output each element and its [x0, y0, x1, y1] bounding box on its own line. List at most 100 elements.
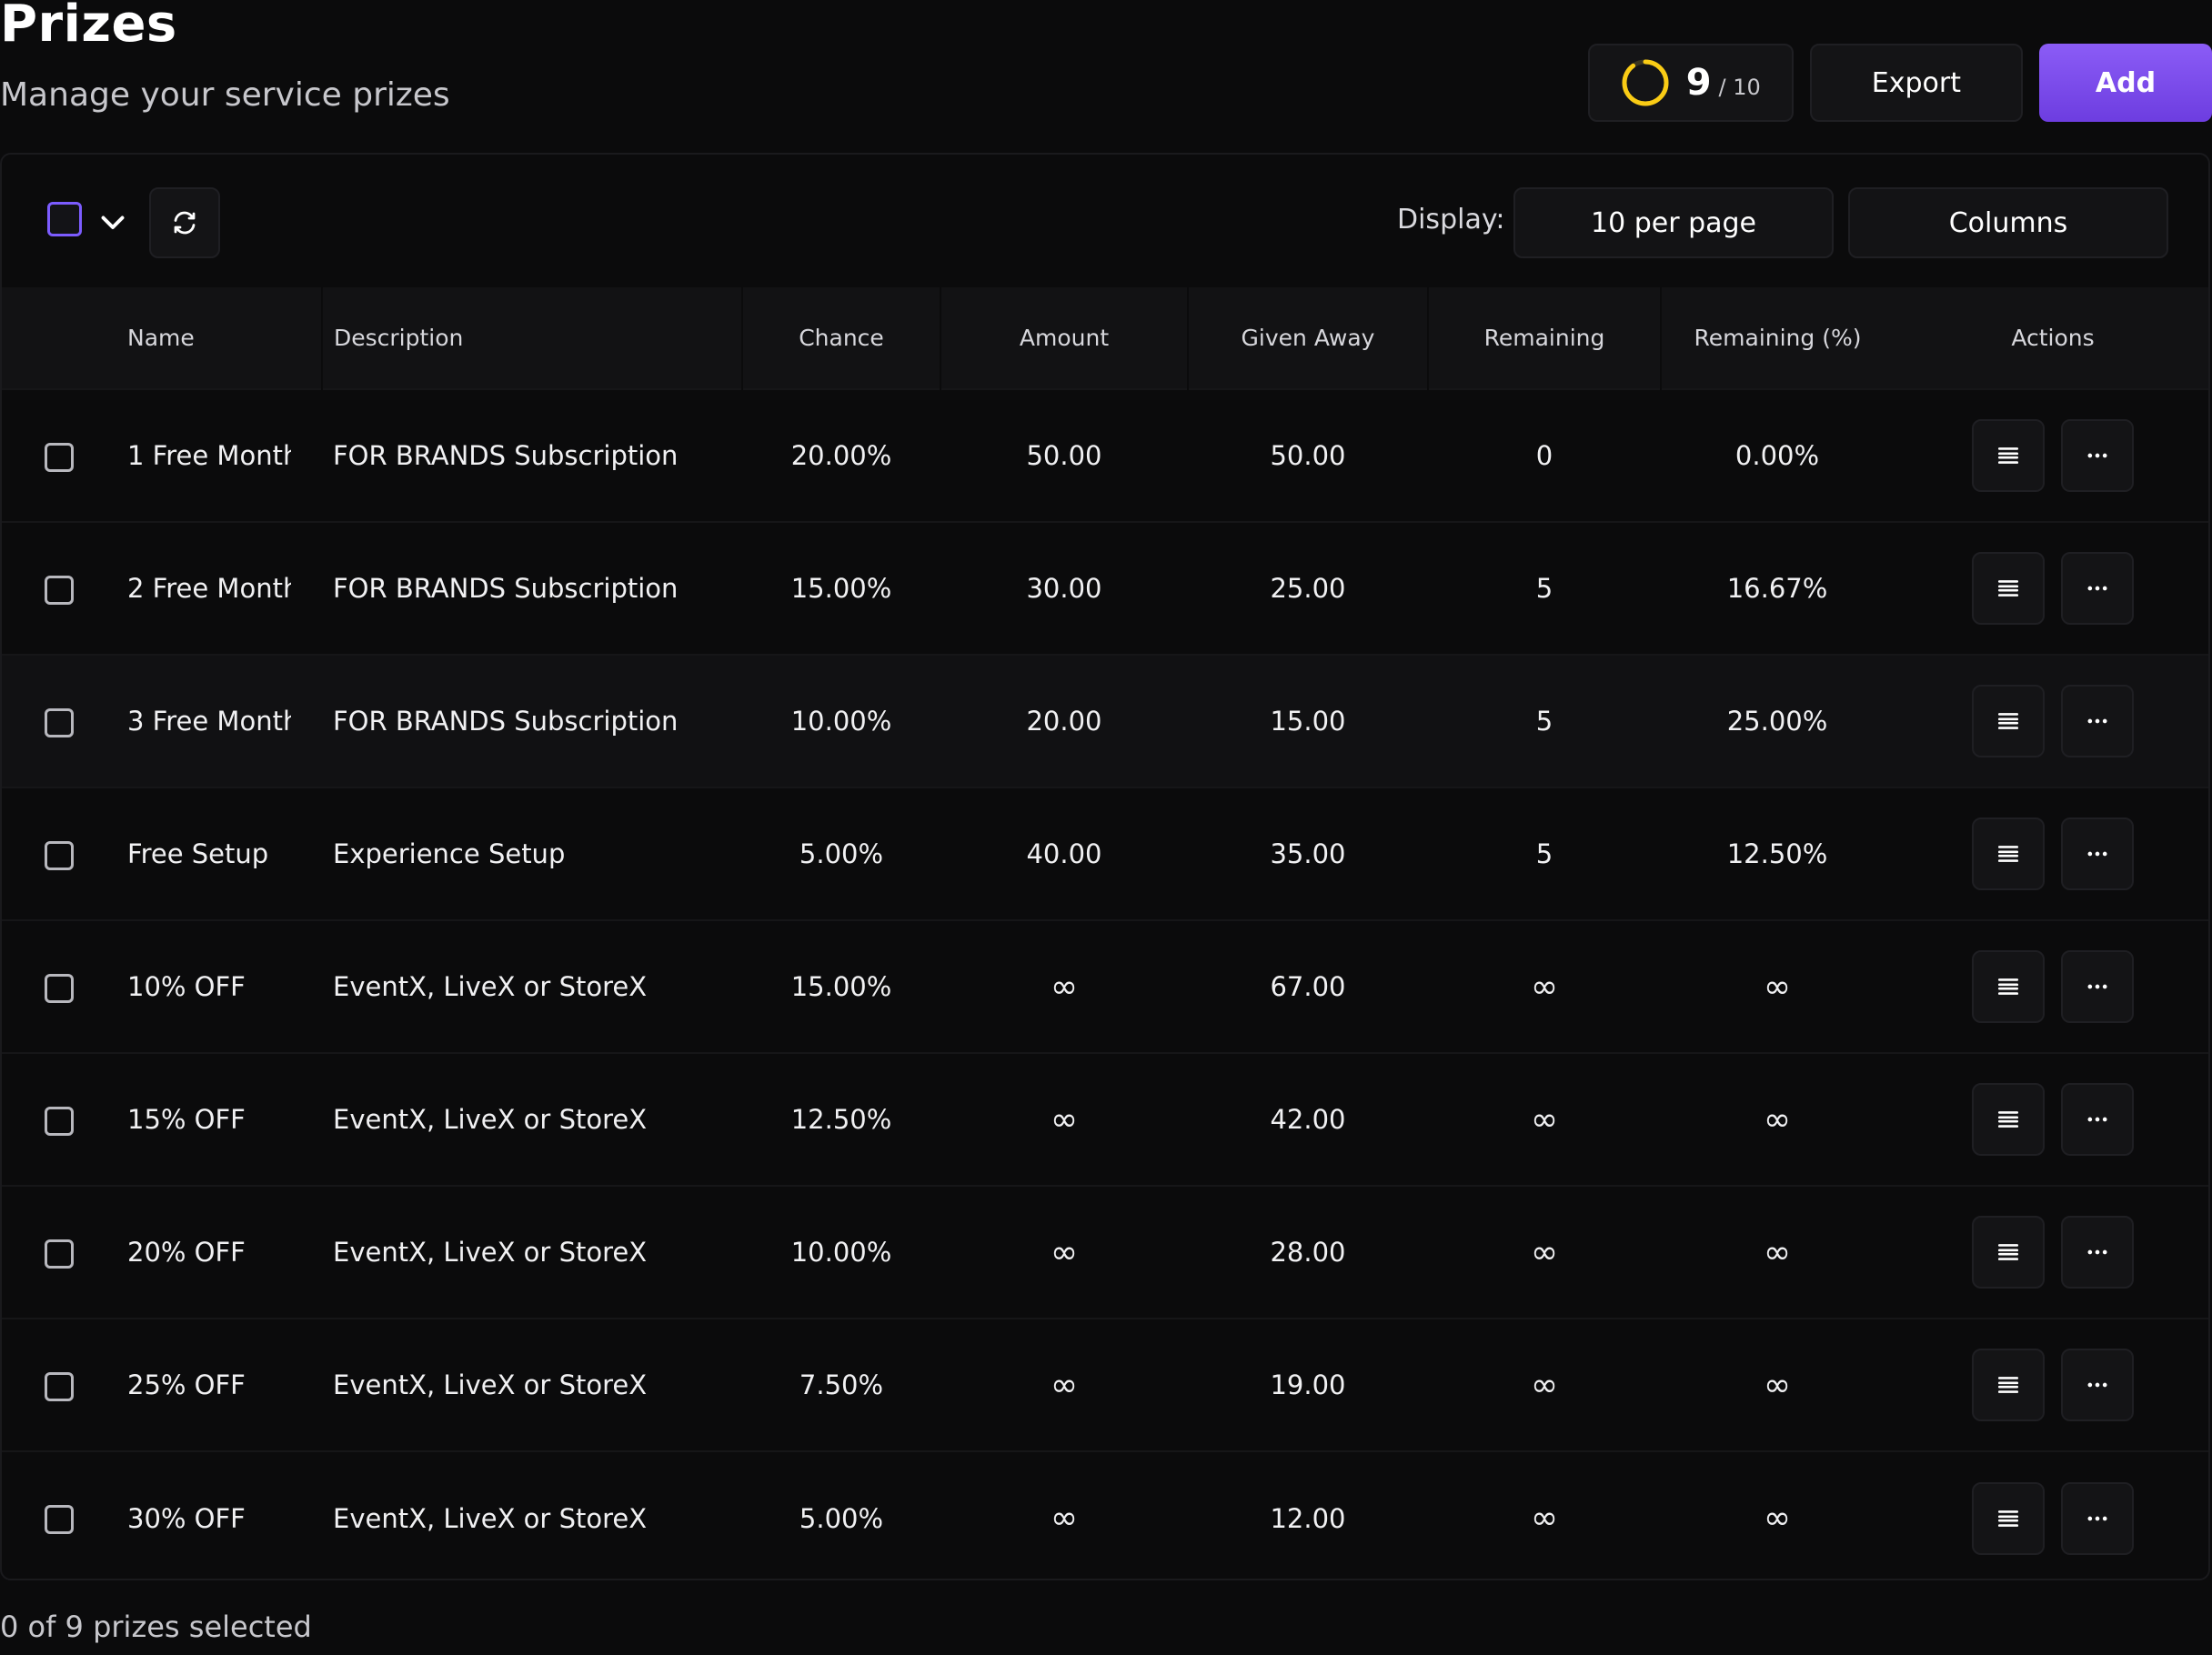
- column-header-given-away[interactable]: Given Away: [1187, 287, 1428, 389]
- prize-given-away: 12.00: [1270, 1502, 1346, 1534]
- column-header-description[interactable]: Description: [321, 287, 742, 389]
- more-button[interactable]: [2061, 1481, 2134, 1555]
- prize-name: 30% OFF: [127, 1502, 246, 1534]
- row-checkbox[interactable]: [45, 1371, 74, 1401]
- prize-chance: 5.00%: [799, 1502, 884, 1534]
- prizes-panel: Display: 10 per page Columns Name Descri…: [0, 153, 2210, 1580]
- list-icon: [1997, 580, 2019, 597]
- table-row: 1 Free Month FOR BRANDS Subscription 20.…: [2, 389, 2208, 522]
- prize-remaining-pct: 0.00%: [1734, 440, 1820, 471]
- prize-given-away: 35.00: [1270, 838, 1346, 869]
- page-title: Prizes: [0, 0, 177, 54]
- select-all-checkbox[interactable]: [47, 202, 82, 236]
- columns-button[interactable]: Columns: [1848, 187, 2168, 258]
- prize-remaining: ∞: [1531, 1100, 1558, 1138]
- prize-given-away: 25.00: [1270, 573, 1346, 604]
- more-dots-icon: [2087, 1382, 2107, 1388]
- display-label: Display:: [1397, 204, 1505, 236]
- more-button[interactable]: [2061, 1216, 2134, 1289]
- table-row: 25% OFF EventX, LiveX or StoreX 7.50% ∞ …: [2, 1319, 2208, 1451]
- prizes-table: Name Description Chance Amount Given Awa…: [2, 287, 2208, 1579]
- prize-remaining: ∞: [1531, 1233, 1558, 1271]
- row-checkbox[interactable]: [45, 840, 74, 870]
- prize-given-away: 50.00: [1270, 440, 1346, 471]
- refresh-button[interactable]: [149, 187, 220, 258]
- prize-amount: ∞: [1051, 968, 1078, 1006]
- prize-remaining: ∞: [1531, 1500, 1558, 1537]
- more-button[interactable]: [2061, 1083, 2134, 1156]
- quota-indicator[interactable]: 9/ 10: [1587, 44, 1794, 122]
- prize-remaining: ∞: [1531, 968, 1558, 1006]
- prize-description: FOR BRANDS Subscription: [333, 440, 679, 471]
- row-checkbox[interactable]: [45, 1505, 74, 1534]
- details-button[interactable]: [1972, 1349, 2045, 1421]
- per-page-select[interactable]: 10 per page: [1513, 187, 1834, 258]
- details-button[interactable]: [1972, 817, 2045, 890]
- details-button[interactable]: [1972, 552, 2045, 625]
- more-dots-icon: [2087, 718, 2107, 724]
- prize-given-away: 15.00: [1270, 706, 1346, 737]
- column-header-remaining[interactable]: Remaining: [1427, 287, 1661, 389]
- more-dots-icon: [2087, 1117, 2107, 1122]
- more-button[interactable]: [2061, 950, 2134, 1023]
- more-button[interactable]: [2061, 817, 2134, 890]
- more-button[interactable]: [2061, 419, 2134, 492]
- prize-remaining: 5: [1535, 838, 1553, 869]
- details-button[interactable]: [1972, 1216, 2045, 1289]
- column-header-actions: Actions: [2011, 325, 2095, 351]
- row-checkbox[interactable]: [45, 1239, 74, 1269]
- column-header-chance[interactable]: Chance: [741, 287, 940, 389]
- chevron-down-icon[interactable]: [96, 206, 129, 238]
- prize-chance: 10.00%: [790, 706, 892, 737]
- more-button[interactable]: [2061, 685, 2134, 757]
- prize-amount: 20.00: [1026, 706, 1102, 737]
- prize-chance: 5.00%: [799, 838, 884, 869]
- row-checkbox[interactable]: [45, 442, 74, 472]
- add-button[interactable]: Add: [2039, 44, 2212, 122]
- column-header-remaining-pct[interactable]: Remaining (%): [1660, 287, 1894, 389]
- details-button[interactable]: [1972, 685, 2045, 757]
- prize-description: EventX, LiveX or StoreX: [333, 971, 648, 1002]
- prize-description: EventX, LiveX or StoreX: [333, 1369, 648, 1400]
- prize-remaining-pct: ∞: [1764, 1100, 1791, 1138]
- prize-name: 1 Free Month: [127, 440, 291, 471]
- more-dots-icon: [2087, 1249, 2107, 1255]
- details-button[interactable]: [1972, 419, 2045, 492]
- details-button[interactable]: [1972, 1083, 2045, 1156]
- prize-name: 15% OFF: [127, 1104, 246, 1135]
- more-dots-icon: [2087, 453, 2107, 458]
- row-checkbox[interactable]: [45, 575, 74, 605]
- prize-name: 10% OFF: [127, 971, 246, 1002]
- table-row: 20% OFF EventX, LiveX or StoreX 10.00% ∞…: [2, 1186, 2208, 1319]
- list-icon: [1997, 978, 2019, 995]
- table-row: 30% OFF EventX, LiveX or StoreX 5.00% ∞ …: [2, 1451, 2208, 1579]
- prize-chance: 7.50%: [799, 1369, 884, 1400]
- prize-remaining-pct: 12.50%: [1726, 838, 1828, 869]
- prize-chance: 12.50%: [790, 1104, 892, 1135]
- prize-remaining-pct: ∞: [1764, 1500, 1791, 1537]
- column-header-amount[interactable]: Amount: [940, 287, 1188, 389]
- selection-status: 0 of 9 prizes selected: [0, 1610, 312, 1644]
- prize-description: FOR BRANDS Subscription: [333, 706, 679, 737]
- list-icon: [1997, 1244, 2019, 1260]
- prize-remaining-pct: 16.67%: [1726, 573, 1828, 604]
- details-button[interactable]: [1972, 1481, 2045, 1555]
- prize-description: FOR BRANDS Subscription: [333, 573, 679, 604]
- prize-name: 25% OFF: [127, 1369, 246, 1400]
- prize-description: Experience Setup: [333, 838, 566, 869]
- prize-remaining: 0: [1535, 440, 1553, 471]
- row-checkbox[interactable]: [45, 973, 74, 1003]
- list-icon: [1997, 1377, 2019, 1393]
- more-button[interactable]: [2061, 552, 2134, 625]
- row-checkbox[interactable]: [45, 1106, 74, 1136]
- table-row: Free Setup Experience Setup 5.00% 40.00 …: [2, 787, 2208, 920]
- progress-ring-icon: [1622, 59, 1669, 106]
- quota-used: 9: [1685, 62, 1712, 104]
- more-button[interactable]: [2061, 1349, 2134, 1421]
- details-button[interactable]: [1972, 950, 2045, 1023]
- page-subtitle: Manage your service prizes: [0, 76, 450, 114]
- list-icon: [1997, 1111, 2019, 1128]
- column-header-name[interactable]: Name: [116, 287, 322, 389]
- export-button[interactable]: Export: [1809, 44, 2023, 122]
- row-checkbox[interactable]: [45, 707, 74, 737]
